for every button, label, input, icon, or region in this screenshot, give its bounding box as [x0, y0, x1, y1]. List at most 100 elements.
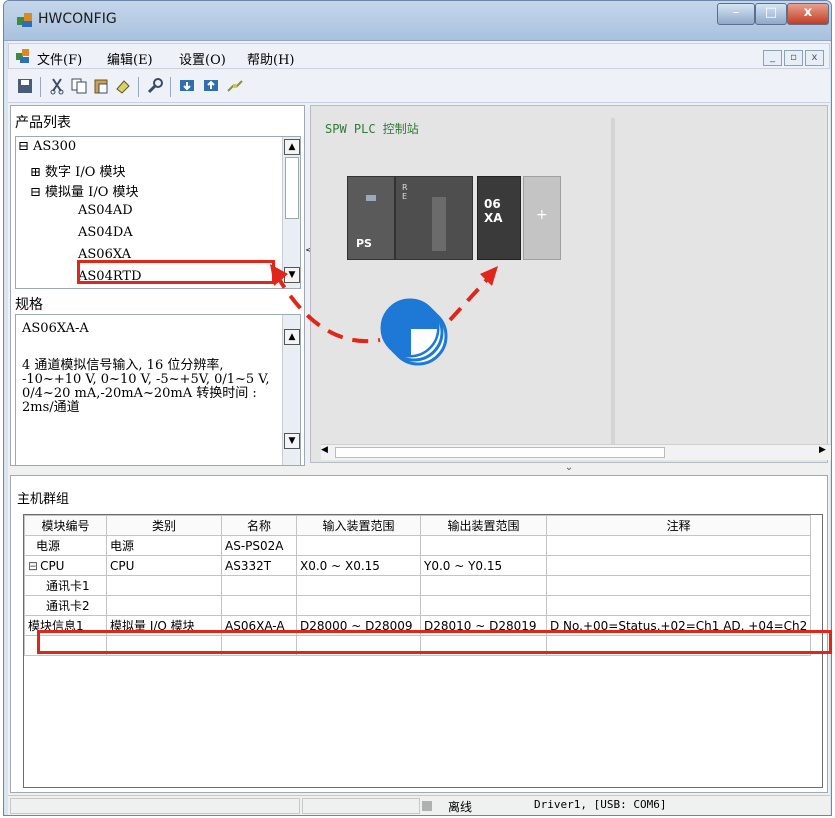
spec-model: AS06XA-A: [22, 321, 89, 336]
col-input-range[interactable]: 输入装置范围: [296, 515, 421, 536]
menu-file[interactable]: 文件(F): [37, 49, 82, 68]
col-output-range[interactable]: 输出装置范围: [420, 515, 547, 536]
cell-module-id: 通讯卡1: [24, 575, 107, 596]
tree-node-label: 模拟量 I/O 模块: [45, 185, 139, 200]
wrench-icon[interactable]: [146, 77, 164, 95]
highlight-module-row: [37, 630, 832, 654]
upload-icon[interactable]: [202, 77, 220, 95]
cell-input: X0.0 ~ X0.15: [296, 555, 421, 576]
cell-type: CPU: [106, 555, 222, 576]
table-row[interactable]: 通讯卡2: [24, 595, 812, 616]
cell-type: [106, 595, 222, 616]
cell-module-id: 电源: [24, 535, 107, 556]
menu-bar: 文件(F) 编辑(E) 设置(O) 帮助(H) _ ▫ x: [8, 43, 830, 69]
menu-settings[interactable]: 设置(O): [179, 49, 226, 68]
minimize-button[interactable]: –: [717, 3, 755, 25]
col-note[interactable]: 注释: [545, 515, 812, 536]
toolbar-separator: [138, 77, 139, 97]
cell-module-id: ⊟ CPU: [24, 555, 107, 576]
horizontal-splitter[interactable]: ⌄: [310, 463, 828, 473]
paste-icon[interactable]: [92, 77, 110, 95]
cell-name: AS-PS02A: [221, 535, 297, 556]
scroll-left-button[interactable]: ◀: [321, 445, 328, 455]
row-id: 电源: [36, 539, 61, 553]
scroll-thumb[interactable]: [335, 447, 665, 458]
module-cpu-label: R E: [402, 183, 408, 201]
cell-note: [545, 535, 812, 556]
hwconfig-menu-icon: [16, 49, 29, 63]
col-module-id[interactable]: 模块编号: [24, 515, 107, 536]
cell-name: [221, 575, 297, 596]
close-button[interactable]: x: [787, 3, 829, 25]
save-icon[interactable]: [16, 77, 34, 95]
tree-node-as300[interactable]: ⊟ AS300: [18, 139, 76, 154]
col-name[interactable]: 名称: [221, 515, 297, 536]
table-row[interactable]: 电源 电源 AS-PS02A: [24, 535, 812, 556]
canvas-divider: [611, 118, 615, 448]
download-icon[interactable]: [178, 77, 196, 95]
copy-icon[interactable]: [70, 77, 88, 95]
tree-node-digital-io[interactable]: ⊞ 数字 I/O 模块: [30, 161, 126, 180]
add-module-label: +: [536, 207, 548, 223]
expand-toggle-icon[interactable]: ⊞: [30, 165, 41, 180]
cell-input: [296, 535, 421, 556]
cell-type: 电源: [106, 535, 222, 556]
connect-icon[interactable]: [226, 77, 244, 95]
collapse-toggle-icon[interactable]: ⊟: [28, 559, 38, 573]
cell-output: [420, 575, 547, 596]
table-header-row: 模块编号 类别 名称 输入装置范围 输出装置范围 注释: [24, 515, 812, 536]
status-indicator-icon: [422, 801, 432, 811]
tree-node-label: AS300: [33, 139, 77, 154]
cell-input: [296, 575, 421, 596]
toolbar: [8, 71, 830, 103]
client-area: 文件(F) 编辑(E) 设置(O) 帮助(H) _ ▫ x 产品列表 ⊟ AS3…: [8, 41, 831, 815]
module-as06xa-label: 06 XA: [484, 197, 503, 225]
scroll-up-button[interactable]: ▲: [284, 139, 300, 155]
hwconfig-app-icon: [17, 13, 32, 27]
tree-node-as04da[interactable]: AS04DA: [78, 225, 133, 240]
scroll-down-button[interactable]: ▼: [284, 433, 300, 449]
tree-node-analog-io[interactable]: ⊟ 模拟量 I/O 模块: [30, 181, 139, 200]
cut-icon[interactable]: [48, 77, 66, 95]
col-type[interactable]: 类别: [106, 515, 222, 536]
row-id: CPU: [40, 558, 65, 573]
scroll-thumb[interactable]: [285, 157, 299, 219]
tree-node-as04ad[interactable]: AS04AD: [78, 203, 133, 218]
cell-output: [420, 535, 547, 556]
scroll-right-button[interactable]: ▶: [819, 445, 826, 455]
spec-title: 规格: [15, 297, 43, 313]
cell-output: [420, 595, 547, 616]
cell-module-id: 通讯卡2: [24, 595, 107, 616]
cell-type: [106, 575, 222, 596]
station-title: SPW PLC 控制站: [325, 122, 419, 136]
mdi-controls: _ ▫ x: [761, 49, 827, 66]
row-id: 通讯卡2: [46, 599, 90, 613]
eraser-icon[interactable]: [114, 77, 132, 95]
spec-description: 4 通道模拟信号输入, 16 位分辨率, -10~+10 V, 0~10 V, …: [22, 358, 270, 415]
window-title: HWCONFIG: [38, 11, 117, 27]
highlight-tree-selection: [77, 260, 275, 284]
host-group-title: 主机群组: [17, 492, 70, 507]
menu-help[interactable]: 帮助(H): [247, 49, 294, 68]
title-bar[interactable]: HWCONFIG – □ x: [4, 1, 831, 41]
table-row[interactable]: 通讯卡1: [24, 575, 812, 596]
mdi-minimize-button[interactable]: _: [763, 50, 782, 66]
add-module-slot[interactable]: +: [523, 176, 561, 260]
mdi-close-button[interactable]: x: [805, 50, 824, 66]
spec-panel: AS06XA-A 4 通道模拟信号输入, 16 位分辨率, -10~+10 V,…: [15, 314, 301, 466]
canvas-hscroll[interactable]: ◀ ▶: [321, 444, 831, 460]
cell-input: [296, 595, 421, 616]
toolbar-separator: [40, 77, 41, 97]
mouse-click-indicator-icon: [380, 298, 448, 366]
table-row[interactable]: ⊟ CPU CPU AS332T X0.0 ~ X0.15 Y0.0 ~ Y0.1…: [24, 555, 812, 576]
status-driver: Driver1, [USB: COM6]: [534, 798, 667, 811]
toolbar-separator: [170, 77, 171, 97]
cell-note: [545, 555, 812, 576]
cell-note: [545, 595, 812, 616]
collapse-toggle-icon[interactable]: ⊟: [30, 185, 41, 200]
cell-name: [221, 595, 297, 616]
maximize-button[interactable]: □: [755, 3, 787, 25]
mdi-restore-button[interactable]: ▫: [784, 50, 803, 66]
collapse-toggle-icon[interactable]: ⊟: [18, 139, 29, 154]
menu-edit[interactable]: 编辑(E): [107, 49, 153, 68]
